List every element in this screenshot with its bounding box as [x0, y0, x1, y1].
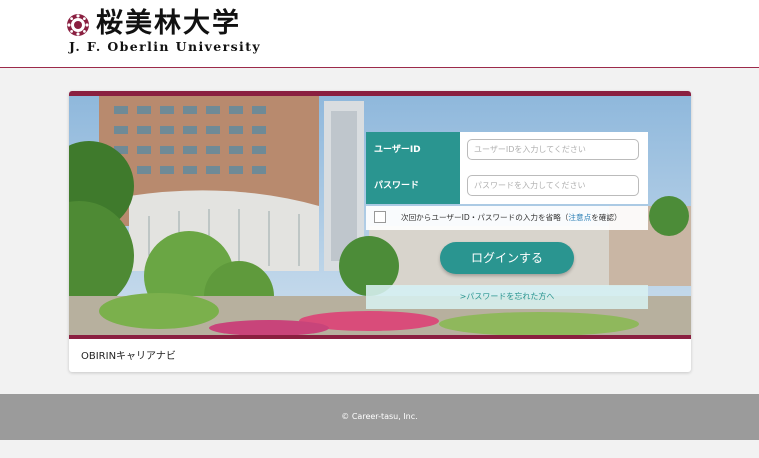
- university-name-jp: 桜美林大学: [96, 8, 241, 39]
- remember-label: 次回からユーザーID・パスワードの入力を省略（注意点を確認）: [401, 206, 622, 230]
- user-id-label: ユーザーID: [366, 132, 460, 168]
- user-id-input[interactable]: [467, 139, 639, 160]
- site-footer: © Career-tasu, Inc.: [0, 394, 759, 440]
- login-button[interactable]: ログインする: [440, 242, 574, 274]
- university-name-en: J. F. Oberlin University: [69, 39, 262, 54]
- forgot-password-link[interactable]: >パスワードを忘れた方へ: [366, 285, 648, 309]
- copyright-text: © Career-tasu, Inc.: [341, 412, 418, 421]
- site-header: 桜美林大学 J. F. Oberlin University: [0, 0, 759, 68]
- password-field-wrap: [460, 168, 648, 204]
- campus-hero-image: ユーザーID パスワード 次回からユーザーID・パスワードの入力を省略（注意点を…: [69, 91, 691, 339]
- remember-row: 次回からユーザーID・パスワードの入力を省略（注意点を確認）: [366, 206, 648, 230]
- remember-checkbox[interactable]: [374, 211, 386, 223]
- password-input[interactable]: [467, 175, 639, 196]
- user-id-row: ユーザーID: [366, 132, 648, 168]
- service-name: OBIRINキャリアナビ: [81, 351, 176, 362]
- password-row: パスワード: [366, 168, 648, 204]
- remember-note-link[interactable]: 注意点: [568, 213, 591, 222]
- password-label: パスワード: [366, 168, 460, 204]
- user-id-field-wrap: [460, 132, 648, 168]
- login-card: ユーザーID パスワード 次回からユーザーID・パスワードの入力を省略（注意点を…: [69, 91, 691, 372]
- university-emblem-icon: [67, 14, 89, 36]
- remember-text: 次回からユーザーID・パスワードの入力を省略（: [401, 213, 569, 222]
- remember-text-end: を確認）: [591, 213, 622, 222]
